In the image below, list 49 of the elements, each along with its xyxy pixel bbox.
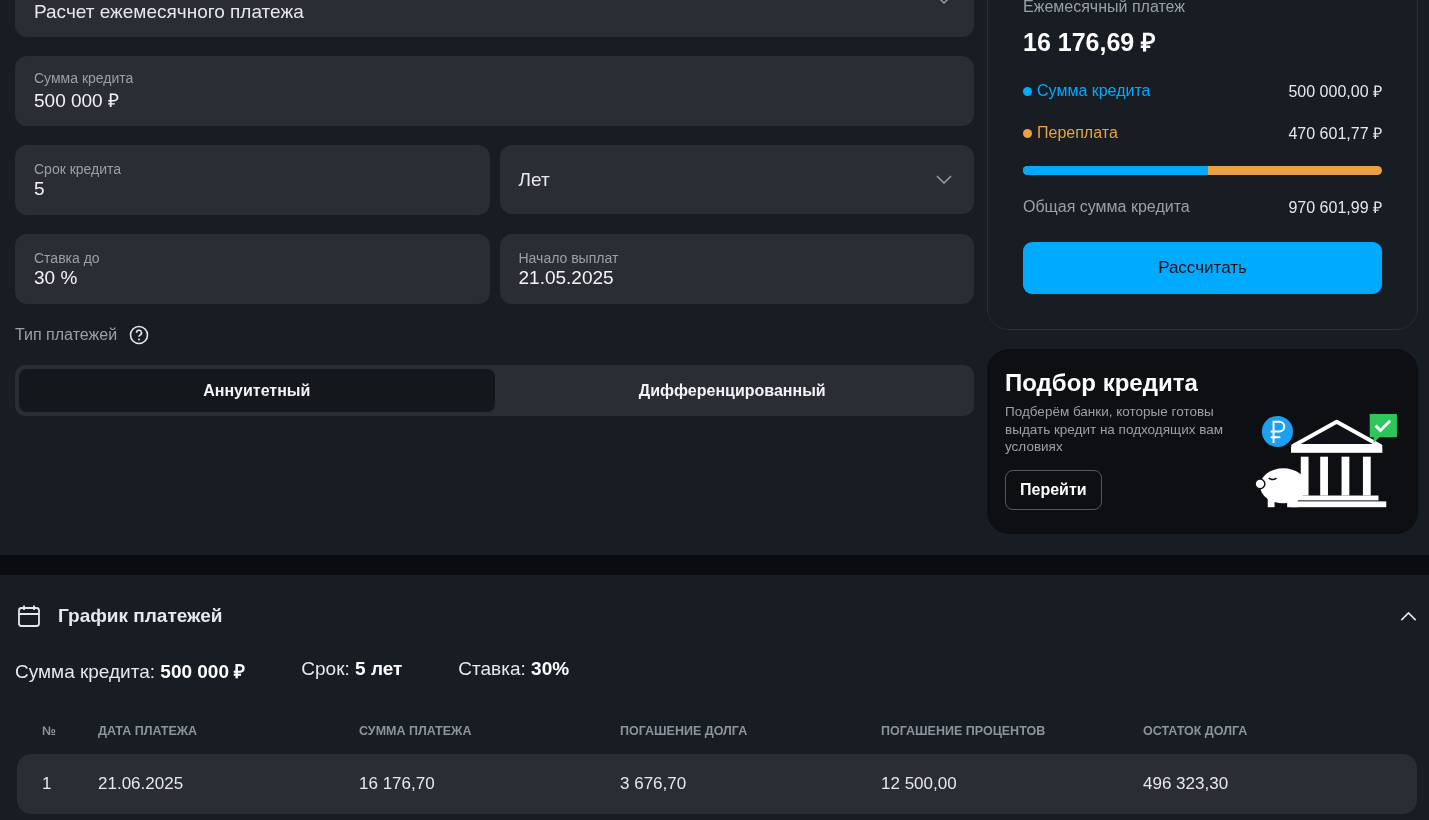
input-field[interactable]: Сумма кредита 500 000 ₽ xyxy=(15,56,974,126)
field-value: 5 xyxy=(34,177,45,200)
column-header: ОСТАТОК ДОЛГА xyxy=(1143,724,1249,740)
column-header: ПОГАШЕНИЕ ПРОЦЕНТОВ xyxy=(881,724,1047,740)
table-cell-text: 16 176,70 xyxy=(359,774,436,794)
table-cell-text: 1 xyxy=(42,774,53,794)
field-label: Срок кредита xyxy=(34,160,122,177)
table-cell-text: 3 676,70 xyxy=(620,774,688,794)
help-icon[interactable] xyxy=(129,325,150,345)
field-label: Ставка до xyxy=(34,249,100,266)
chevron-up-icon[interactable] xyxy=(1400,611,1417,621)
go-button[interactable]: Перейти xyxy=(1005,469,1102,510)
chevron-down-icon xyxy=(936,175,952,184)
calculate-button[interactable]: Рассчитать xyxy=(1023,242,1382,294)
calendar-icon xyxy=(17,604,41,628)
promo-text: Подберём банки, которые готовы выдать кредит на подходящих вам условиях xyxy=(1005,403,1224,456)
field-label: Сумма кредита xyxy=(34,69,134,86)
column-header: № xyxy=(42,724,57,740)
column-header: ПОГАШЕНИЕ ДОЛГА xyxy=(620,724,749,740)
mode-select[interactable]: Расчет ежемесячного платежа xyxy=(15,0,974,37)
field-value: 500 000 ₽ xyxy=(34,88,119,113)
unit-select[interactable]: Лет xyxy=(499,145,974,214)
field-value: 21.05.2025 xyxy=(518,266,614,289)
table-cell-text: 12 500,00 xyxy=(881,774,958,794)
schedule-title: График платежей xyxy=(58,605,224,627)
legend-value: 470 601,77 ₽ xyxy=(1288,124,1382,144)
legend-label: Сумма кредита xyxy=(1037,82,1151,100)
schedule-parameter: Ставка: 30% xyxy=(458,658,570,681)
legend-value: 500 000,00 ₽ xyxy=(1288,82,1382,102)
field-label: Начало выплат xyxy=(518,249,619,266)
input-field[interactable]: Срок кредита 5 xyxy=(15,145,490,215)
promo-title: Подбор кредита xyxy=(1005,369,1198,397)
schedule-parameter: Срок: 5 лет xyxy=(301,658,403,681)
table-cell-text: 21.06.2025 xyxy=(98,774,185,794)
total-label: Общая сумма кредита xyxy=(1023,198,1190,216)
table-cell-text: 496 323,30 xyxy=(1143,774,1230,794)
field-value: 30 % xyxy=(34,266,78,289)
payment-type-option[interactable]: Аннуитетный xyxy=(19,369,495,412)
payment-type-option[interactable]: Дифференцированный xyxy=(494,369,970,412)
column-header: ДАТА ПЛАТЕЖА xyxy=(98,724,199,740)
payment-type-label: Тип платежей xyxy=(15,326,118,344)
legend-label: Переплата xyxy=(1037,124,1118,142)
monthly-payment-amount: 16 176,69 ₽ xyxy=(1023,27,1158,58)
column-header: СУММА ПЛАТЕЖА xyxy=(359,724,473,740)
input-field[interactable]: Ставка до 30 % xyxy=(15,234,490,304)
schedule-parameter: Сумма кредита: 500 000 ₽ xyxy=(15,660,246,684)
total-value: 970 601,99 ₽ xyxy=(1288,198,1382,218)
summary-title: Ежемесячный платеж xyxy=(1023,0,1186,16)
input-field[interactable]: Начало выплат 21.05.2025 xyxy=(499,234,974,304)
